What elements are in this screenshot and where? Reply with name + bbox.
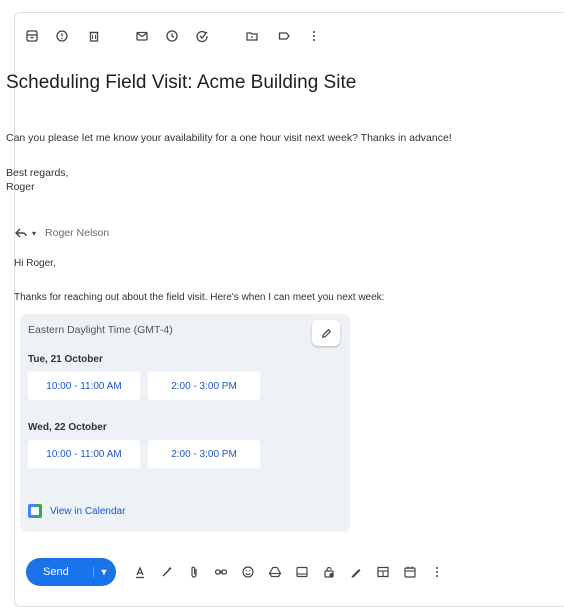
- more-icon[interactable]: [429, 564, 445, 580]
- signature-icon[interactable]: [348, 564, 364, 580]
- ai-write-icon[interactable]: [159, 564, 175, 580]
- add-to-tasks-icon[interactable]: [194, 28, 210, 44]
- attach-icon[interactable]: [186, 564, 202, 580]
- link-icon[interactable]: [213, 564, 229, 580]
- schedule-icon[interactable]: [402, 564, 418, 580]
- compose-toolbar: Send ▼: [26, 558, 445, 586]
- time-slot[interactable]: 2:00 - 3:00 PM: [148, 440, 260, 468]
- reply-compose: ▾ Roger Nelson Hi Roger, Thanks for reac…: [10, 218, 548, 594]
- report-spam-icon[interactable]: [54, 28, 70, 44]
- mark-unread-icon[interactable]: [134, 28, 150, 44]
- view-in-calendar-label: View in Calendar: [50, 505, 126, 517]
- view-in-calendar-link[interactable]: View in Calendar: [28, 504, 125, 518]
- pencil-icon: [320, 327, 333, 340]
- move-to-icon[interactable]: [244, 28, 260, 44]
- day-label: Wed, 22 October: [28, 422, 107, 433]
- calendar-icon: [28, 504, 42, 518]
- send-label: Send: [43, 566, 69, 578]
- reply-greeting: Hi Roger,: [14, 258, 56, 269]
- edit-availability-button[interactable]: [312, 320, 340, 346]
- archive-icon[interactable]: [24, 28, 40, 44]
- photo-icon[interactable]: [294, 564, 310, 580]
- signature-name: Roger: [6, 181, 35, 193]
- email-subject: Scheduling Field Visit: Acme Building Si…: [6, 72, 357, 93]
- recipient-name[interactable]: Roger Nelson: [45, 227, 109, 239]
- emoji-icon[interactable]: [240, 564, 256, 580]
- closing-text: Best regards,: [6, 167, 69, 179]
- send-options-dropdown-icon[interactable]: ▼: [93, 567, 114, 577]
- layout-icon[interactable]: [375, 564, 391, 580]
- label-icon[interactable]: [276, 28, 292, 44]
- lock-icon[interactable]: [321, 564, 337, 580]
- email-body: Can you please let me know your availabi…: [6, 132, 452, 144]
- day-label: Tue, 21 October: [28, 354, 103, 365]
- email-toolbar: [10, 28, 322, 44]
- drive-icon[interactable]: [267, 564, 283, 580]
- reply-message: Thanks for reaching out about the field …: [14, 292, 385, 303]
- availability-card: Eastern Daylight Time (GMT-4) Tue, 21 Oc…: [20, 314, 350, 532]
- timezone-label: Eastern Daylight Time (GMT-4): [28, 324, 173, 336]
- reply-type-dropdown-icon[interactable]: ▾: [32, 229, 36, 238]
- time-slot[interactable]: 2:00 - 3:00 PM: [148, 372, 260, 400]
- reply-header: ▾ Roger Nelson: [14, 226, 109, 240]
- snooze-icon[interactable]: [164, 28, 180, 44]
- formatting-icon[interactable]: [132, 564, 148, 580]
- time-slot[interactable]: 10:00 - 11:00 AM: [28, 440, 140, 468]
- email-signature: Best regards, Roger: [6, 166, 68, 194]
- send-button[interactable]: Send ▼: [26, 558, 116, 586]
- delete-icon[interactable]: [86, 28, 102, 44]
- reply-icon[interactable]: [14, 226, 28, 240]
- more-options-icon[interactable]: [306, 28, 322, 44]
- time-slot[interactable]: 10:00 - 11:00 AM: [28, 372, 140, 400]
